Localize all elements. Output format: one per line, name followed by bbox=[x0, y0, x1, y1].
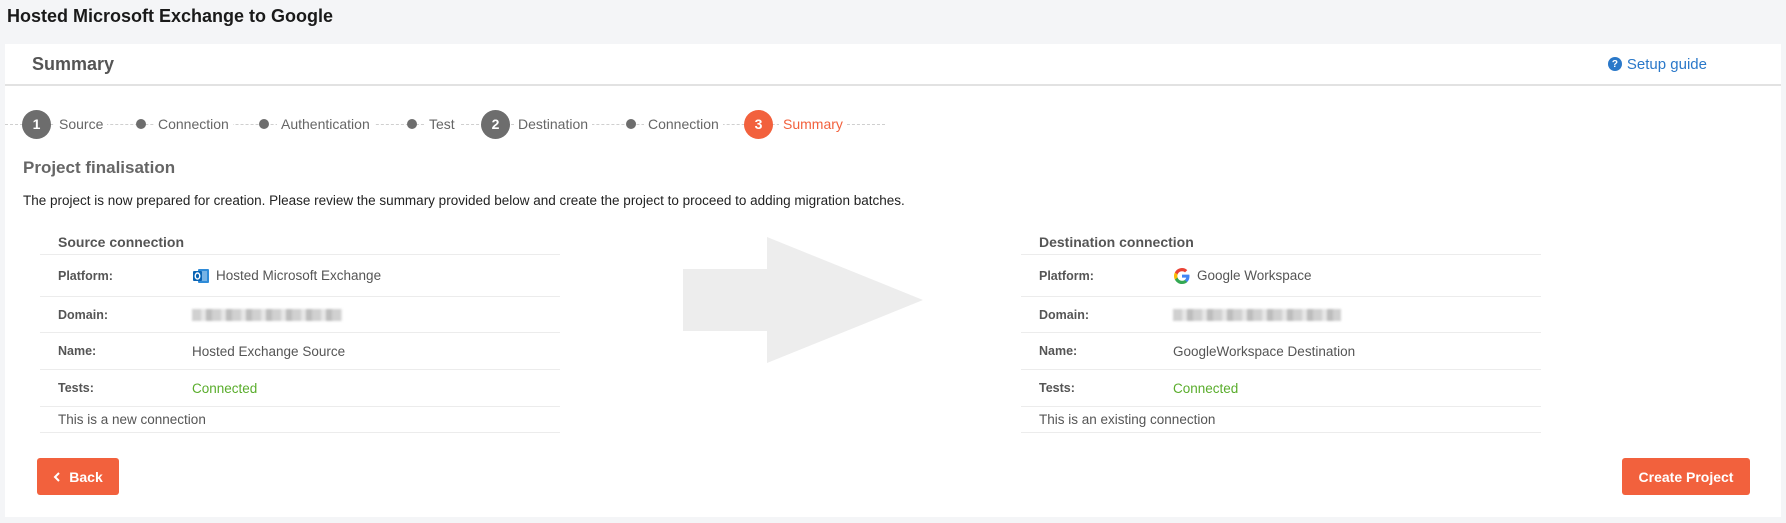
stepper: 1 Source Connection Authentication Test … bbox=[5, 109, 885, 139]
tests-label: Tests: bbox=[58, 381, 94, 395]
domain-label: Domain: bbox=[1039, 307, 1089, 322]
setup-guide-label: Setup guide bbox=[1626, 55, 1707, 73]
section-title: Project finalisation bbox=[23, 158, 176, 177]
name-label: Name: bbox=[58, 344, 97, 358]
step-label: Destination bbox=[514, 116, 593, 132]
step-connection: Connection bbox=[136, 109, 233, 139]
summary-card: Summary ? Setup guide 1 Source Connectio… bbox=[5, 44, 1781, 517]
step-source: 1 Source bbox=[22, 109, 108, 139]
connection-note-row: This is a new connection bbox=[40, 406, 560, 433]
step-destination: 2 Destination bbox=[481, 109, 593, 139]
tests-value: Connected bbox=[192, 380, 258, 396]
step-number: 3 bbox=[744, 109, 773, 139]
domain-label: Domain: bbox=[58, 307, 108, 322]
step-connection: Connection bbox=[626, 109, 723, 139]
connection-note: This is an existing connection bbox=[1039, 412, 1216, 427]
setup-guide-link[interactable]: ? Setup guide bbox=[1607, 55, 1707, 73]
step-label: Summary bbox=[779, 116, 847, 132]
domain-value bbox=[192, 308, 342, 321]
step-number: 1 bbox=[22, 109, 51, 139]
step-dot bbox=[407, 119, 417, 129]
platform-label: Platform: bbox=[58, 268, 113, 283]
question-icon: ? bbox=[1607, 57, 1622, 71]
step-label: Connection bbox=[154, 116, 233, 132]
step-summary: 3 Summary bbox=[744, 109, 847, 139]
back-button-label: Back bbox=[69, 468, 103, 485]
card-header: Summary ? Setup guide bbox=[5, 44, 1781, 86]
step-label: Authentication bbox=[277, 116, 374, 132]
step-dot bbox=[626, 119, 636, 129]
connection-note-row: This is an existing connection bbox=[1021, 406, 1541, 433]
platform-value: Hosted Microsoft Exchange bbox=[192, 267, 381, 285]
chevron-left-icon bbox=[53, 471, 60, 482]
name-row: Name: Hosted Exchange Source bbox=[40, 332, 560, 369]
google-icon bbox=[1174, 267, 1190, 284]
tests-value: Connected bbox=[1173, 380, 1239, 396]
platform-value: Google Workspace bbox=[1173, 267, 1312, 285]
step-label: Test bbox=[425, 116, 459, 132]
step-number: 2 bbox=[481, 109, 510, 139]
back-button[interactable]: Back bbox=[37, 458, 119, 495]
step-authentication: Authentication bbox=[259, 109, 374, 139]
tests-label: Tests: bbox=[1039, 381, 1075, 395]
tests-row: Tests: Connected bbox=[1021, 369, 1541, 406]
source-connection-title: Source connection bbox=[58, 234, 185, 250]
arrow-right-icon bbox=[683, 237, 923, 363]
platform-label: Platform: bbox=[1039, 268, 1094, 283]
connection-note: This is a new connection bbox=[58, 412, 206, 427]
step-test: Test bbox=[407, 109, 459, 139]
card-title: Summary bbox=[32, 53, 115, 74]
domain-row: Domain: bbox=[40, 296, 560, 332]
platform-row: Platform: Hosted Microsoft Exchange bbox=[40, 254, 560, 296]
destination-connection: Destination connection Platform: Google … bbox=[1021, 230, 1541, 433]
step-label: Connection bbox=[644, 116, 723, 132]
name-label: Name: bbox=[1039, 344, 1078, 358]
name-row: Name: GoogleWorkspace Destination bbox=[1021, 332, 1541, 369]
source-connection: Source connection Platform: Hosted Micro… bbox=[40, 230, 560, 433]
page-title: Hosted Microsoft Exchange to Google bbox=[7, 6, 334, 26]
redacted-domain bbox=[192, 308, 342, 321]
domain-row: Domain: bbox=[1021, 296, 1541, 332]
create-project-label: Create Project bbox=[1638, 468, 1734, 485]
name-value: GoogleWorkspace Destination bbox=[1173, 343, 1356, 359]
platform-row: Platform: Google Workspace bbox=[1021, 254, 1541, 296]
create-project-button[interactable]: Create Project bbox=[1622, 458, 1750, 495]
tests-row: Tests: Connected bbox=[40, 369, 560, 406]
step-dot bbox=[259, 119, 269, 129]
destination-connection-title: Destination connection bbox=[1039, 234, 1194, 250]
platform-name: Hosted Microsoft Exchange bbox=[216, 268, 382, 283]
domain-value bbox=[1173, 308, 1341, 321]
intro-text: The project is now prepared for creation… bbox=[23, 193, 905, 208]
outlook-icon bbox=[193, 268, 209, 283]
redacted-domain bbox=[1173, 308, 1341, 321]
step-label: Source bbox=[55, 116, 108, 132]
platform-name: Google Workspace bbox=[1197, 268, 1312, 283]
step-dot bbox=[136, 119, 146, 129]
name-value: Hosted Exchange Source bbox=[192, 343, 346, 359]
